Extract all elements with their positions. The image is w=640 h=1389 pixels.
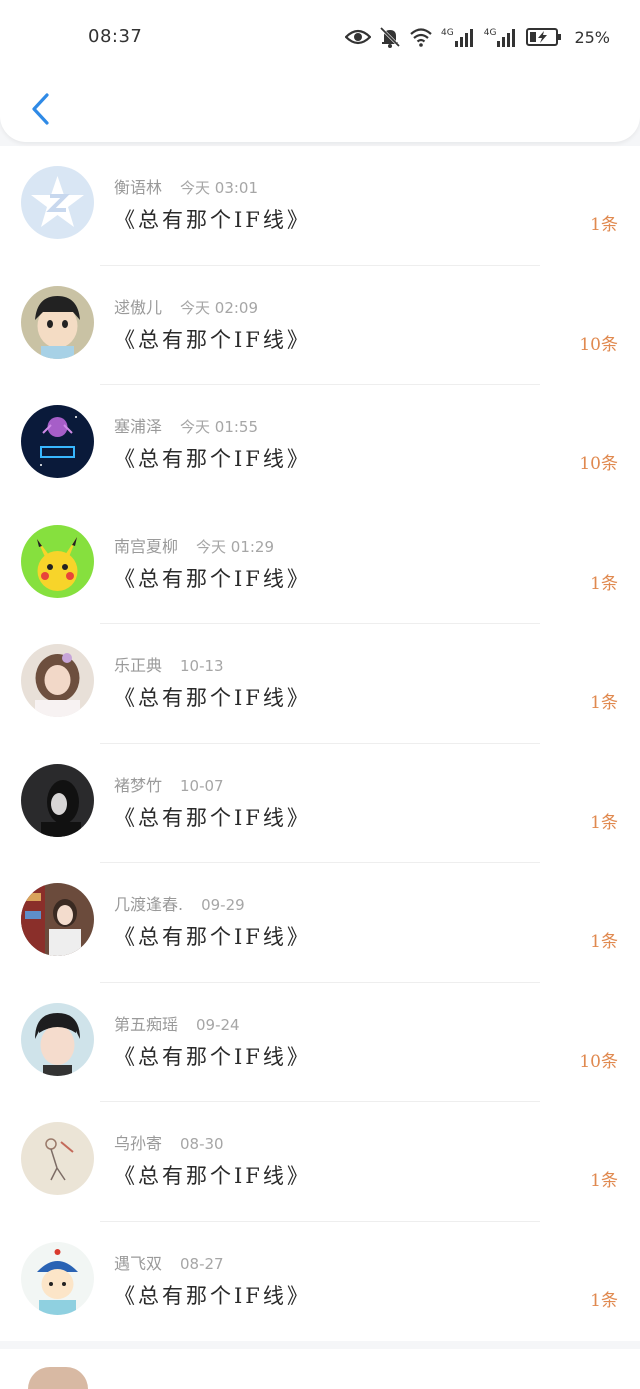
count-label: 10条 (579, 1051, 618, 1072)
avatar (21, 524, 94, 598)
sender-name: 南宫夏柳 (114, 536, 179, 556)
sender-name: 塞浦泽 (114, 417, 163, 436)
list-item[interactable]: 几渡逢春. 09-29 《总有那个IF线》 1条 (0, 863, 640, 983)
count-label: 10条 (579, 454, 618, 474)
sender-name: 第五痴瑶 (114, 1014, 179, 1034)
count-label: 1条 (590, 693, 618, 713)
avatar (21, 644, 94, 717)
battery-percent: 25% (574, 27, 610, 47)
sender-name: 衡语林 (114, 178, 163, 197)
list-item[interactable]: 塞浦泽 今天 01:55 《总有那个IF线》 10条 (0, 385, 640, 505)
sender-name: 褚梦竹 (114, 775, 163, 795)
message-time: 09-24 (196, 1015, 240, 1034)
message-title: 《总有那个IF线》 (114, 447, 311, 471)
message-time: 09-29 (201, 896, 245, 914)
section-gap (0, 1341, 640, 1349)
count-label: 1条 (590, 215, 618, 235)
list-item[interactable]: 褚梦竹 10-07 《总有那个IF线》 1条 (0, 743, 640, 863)
message-title: 《总有那个IF线》 (114, 686, 311, 710)
message-time: 08-30 (180, 1135, 224, 1153)
wifi-icon (409, 27, 433, 47)
avatar (28, 1367, 88, 1389)
avatar (21, 1241, 94, 1315)
count-label: 1条 (590, 1171, 618, 1191)
sender-name: 几渡逢春. (114, 895, 184, 914)
sender-name: 逑傲儿 (114, 297, 163, 317)
message-time: 08-27 (180, 1254, 224, 1273)
chevron-left-icon (32, 93, 49, 125)
app-header: 08:37 4G 4G 25% (0, 0, 640, 142)
message-time: 10-13 (180, 657, 224, 675)
sender-name: 乐正典 (114, 656, 163, 675)
message-time: 10-07 (180, 776, 224, 795)
avatar (21, 285, 94, 359)
list-item[interactable]: 南宫夏柳 今天 01:29 《总有那个IF线》 1条 (0, 504, 640, 624)
list-item[interactable]: 乌孙寄 08-30 《总有那个IF线》 1条 (0, 1102, 640, 1222)
signal-icon: 4G (441, 27, 476, 47)
message-time: 今天 03:01 (180, 179, 259, 197)
bell-muted-icon (379, 26, 401, 48)
list-item[interactable]: 遇飞双 08-27 《总有那个IF线》 1条 (0, 1221, 640, 1341)
signal-icon-2: 4G (484, 27, 519, 47)
status-bar: 08:37 4G 4G 25% (0, 0, 640, 76)
message-title: 《总有那个IF线》 (114, 208, 311, 232)
battery-charging-icon (526, 27, 562, 47)
list-item[interactable]: 乐正典 10-13 《总有那个IF线》 1条 (0, 624, 640, 744)
count-label: 10条 (579, 334, 618, 355)
back-button[interactable] (20, 88, 60, 130)
sender-name: 乌孙寄 (114, 1134, 163, 1153)
message-title: 《总有那个IF线》 (114, 1283, 311, 1308)
message-time: 今天 01:55 (180, 418, 259, 436)
avatar (21, 405, 94, 478)
message-list: 衡语林 今天 03:01 《总有那个IF线》 1条 逑傲儿 今天 02:09 《总有… (0, 146, 640, 1389)
list-item[interactable]: 第五痴瑶 09-24 《总有那个IF线》 10条 (0, 982, 640, 1102)
list-item-partial[interactable] (0, 1349, 640, 1389)
avatar (21, 883, 94, 956)
list-item[interactable]: 衡语林 今天 03:01 《总有那个IF线》 1条 (0, 146, 640, 266)
sender-name: 遇飞双 (114, 1253, 163, 1273)
message-title: 《总有那个IF线》 (114, 805, 311, 830)
count-label: 1条 (590, 573, 618, 594)
eye-icon (345, 28, 372, 46)
status-time: 08:37 (88, 26, 143, 47)
message-title: 《总有那个IF线》 (114, 1044, 311, 1069)
count-label: 1条 (590, 1290, 618, 1311)
message-time: 今天 02:09 (180, 298, 259, 317)
count-label: 1条 (590, 812, 618, 833)
message-title: 《总有那个IF线》 (114, 1164, 311, 1188)
avatar (21, 1122, 94, 1195)
message-title: 《总有那个IF线》 (114, 327, 311, 352)
avatar (21, 166, 94, 239)
message-title: 《总有那个IF线》 (114, 925, 311, 949)
status-icons: 4G 4G 25% (345, 24, 610, 50)
list-item[interactable]: 逑傲儿 今天 02:09 《总有那个IF线》 10条 (0, 265, 640, 385)
count-label: 1条 (590, 932, 618, 952)
message-title: 《总有那个IF线》 (114, 566, 311, 591)
avatar (21, 763, 94, 837)
message-time: 今天 01:29 (196, 537, 275, 556)
avatar (21, 1002, 94, 1076)
